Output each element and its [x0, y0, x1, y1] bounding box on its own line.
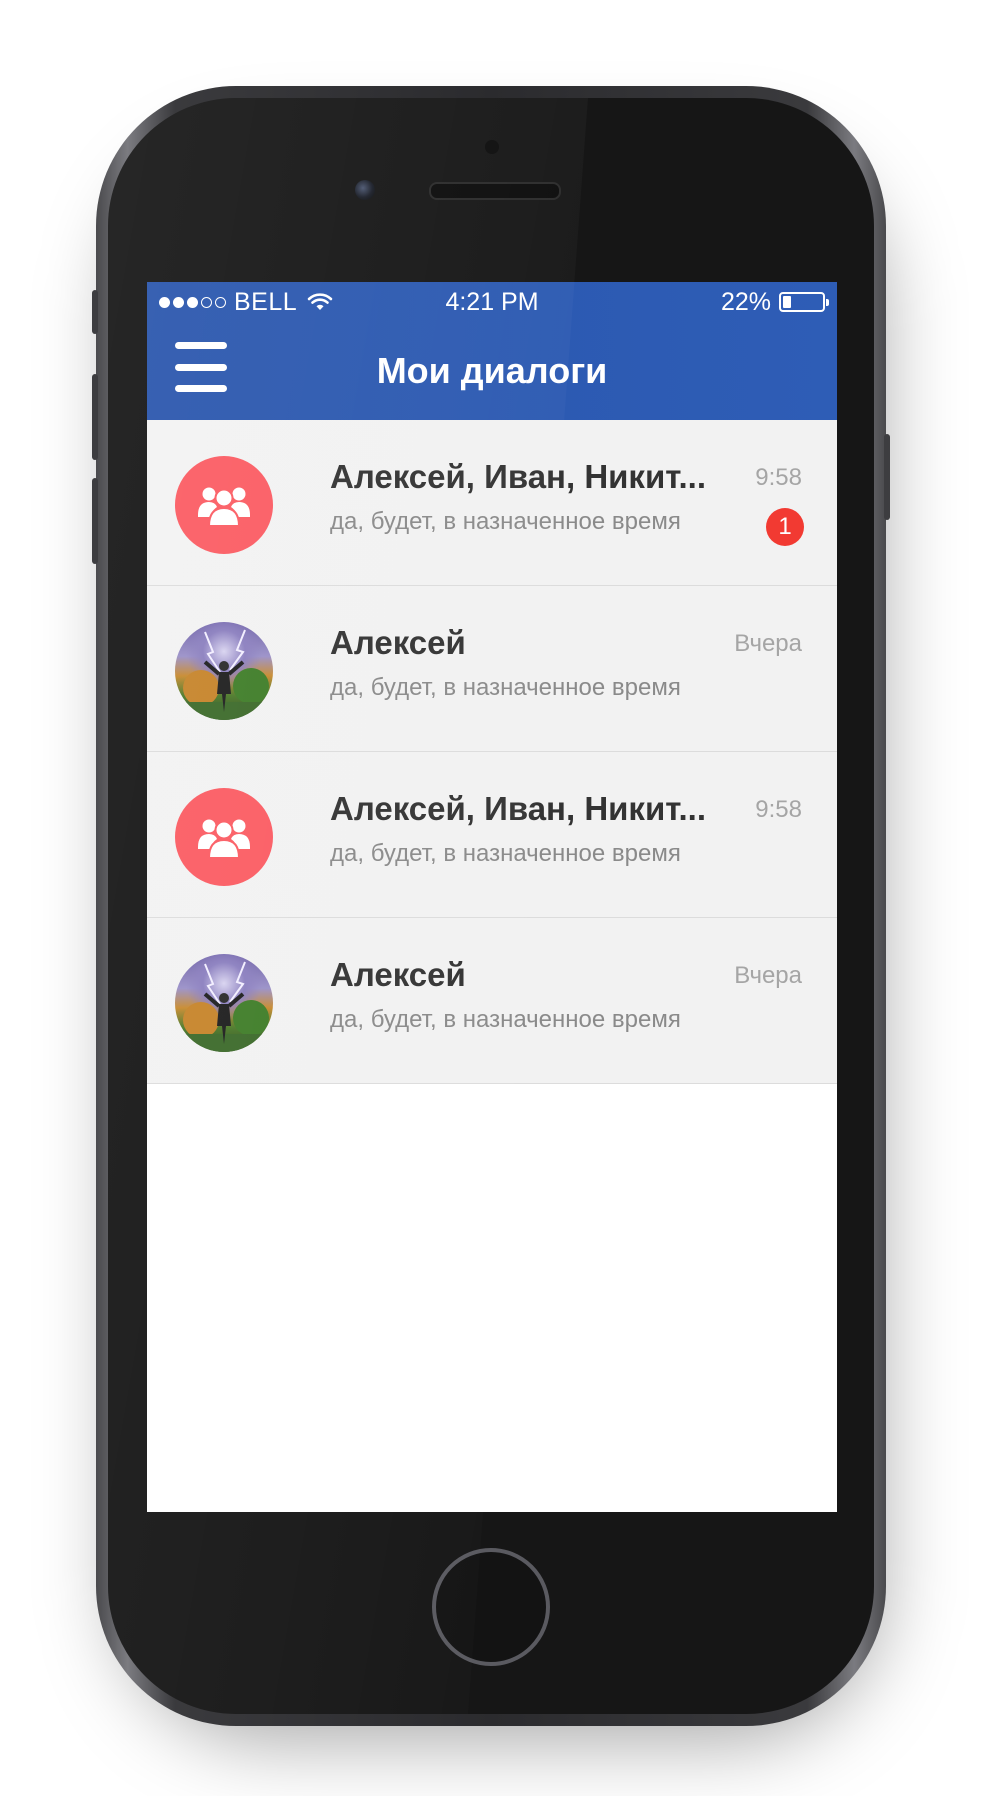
dialog-row[interactable]: Алексей да, будет, в назначенное время В…	[147, 918, 837, 1084]
mute-switch	[92, 290, 98, 334]
dialog-name: Алексей	[330, 956, 466, 993]
menu-line	[175, 363, 227, 371]
top-bar: BELL 4:21 PM 22% Мои диалоги	[147, 282, 837, 420]
user-avatar	[175, 954, 273, 1052]
dialog-row[interactable]: Алексей, Иван, Никит... да, будет, в наз…	[147, 752, 837, 918]
dialog-name: Алексей	[330, 624, 466, 661]
earpiece-speaker	[429, 182, 561, 200]
volume-up-button	[92, 374, 98, 460]
dialog-time: Вчера	[734, 630, 802, 657]
dialog-row[interactable]: Алексей да, будет, в назначенное время В…	[147, 586, 837, 752]
group-users-icon	[198, 487, 250, 527]
nav-bar: Мои диалоги	[147, 322, 837, 420]
status-bar: BELL 4:21 PM 22%	[147, 282, 837, 322]
avatar-photo	[175, 629, 273, 720]
avatar-photo	[175, 961, 273, 1052]
screen: BELL 4:21 PM 22% Мои диалоги Алексей, Ив…	[147, 282, 837, 1512]
proximity-sensor	[485, 140, 499, 154]
dialog-name: Алексей, Иван, Никит...	[330, 790, 707, 827]
page-title: Мои диалоги	[376, 350, 608, 391]
front-camera	[355, 180, 375, 200]
hamburger-menu-icon[interactable]	[175, 342, 227, 392]
dialog-preview: да, будет, в назначенное время	[330, 840, 681, 867]
dialog-time: Вчера	[734, 962, 802, 989]
dialog-row[interactable]: Алексей, Иван, Никит... да, будет, в наз…	[147, 420, 837, 586]
menu-line	[175, 342, 227, 349]
group-avatar	[175, 788, 273, 886]
group-users-icon	[198, 819, 250, 859]
user-avatar	[175, 622, 273, 720]
dialog-preview: да, будет, в назначенное время	[330, 674, 681, 701]
power-button	[884, 434, 890, 520]
volume-down-button	[92, 478, 98, 564]
battery-level	[783, 296, 791, 308]
dialog-preview: да, будет, в назначенное время	[330, 1006, 681, 1033]
home-button[interactable]	[432, 1548, 550, 1666]
status-right: 22%	[720, 282, 829, 322]
battery-icon	[779, 292, 829, 312]
group-avatar	[175, 456, 273, 554]
dialog-time: 9:58	[755, 464, 802, 491]
battery-percent: 22%	[720, 288, 771, 316]
dialog-list: Алексей, Иван, Никит... да, будет, в наз…	[147, 420, 837, 1084]
dialog-preview: да, будет, в назначенное время	[330, 508, 681, 535]
menu-line	[175, 385, 227, 392]
dialog-name: Алексей, Иван, Никит...	[330, 458, 707, 495]
dialog-time: 9:58	[755, 796, 802, 823]
unread-badge: 1	[766, 508, 804, 546]
